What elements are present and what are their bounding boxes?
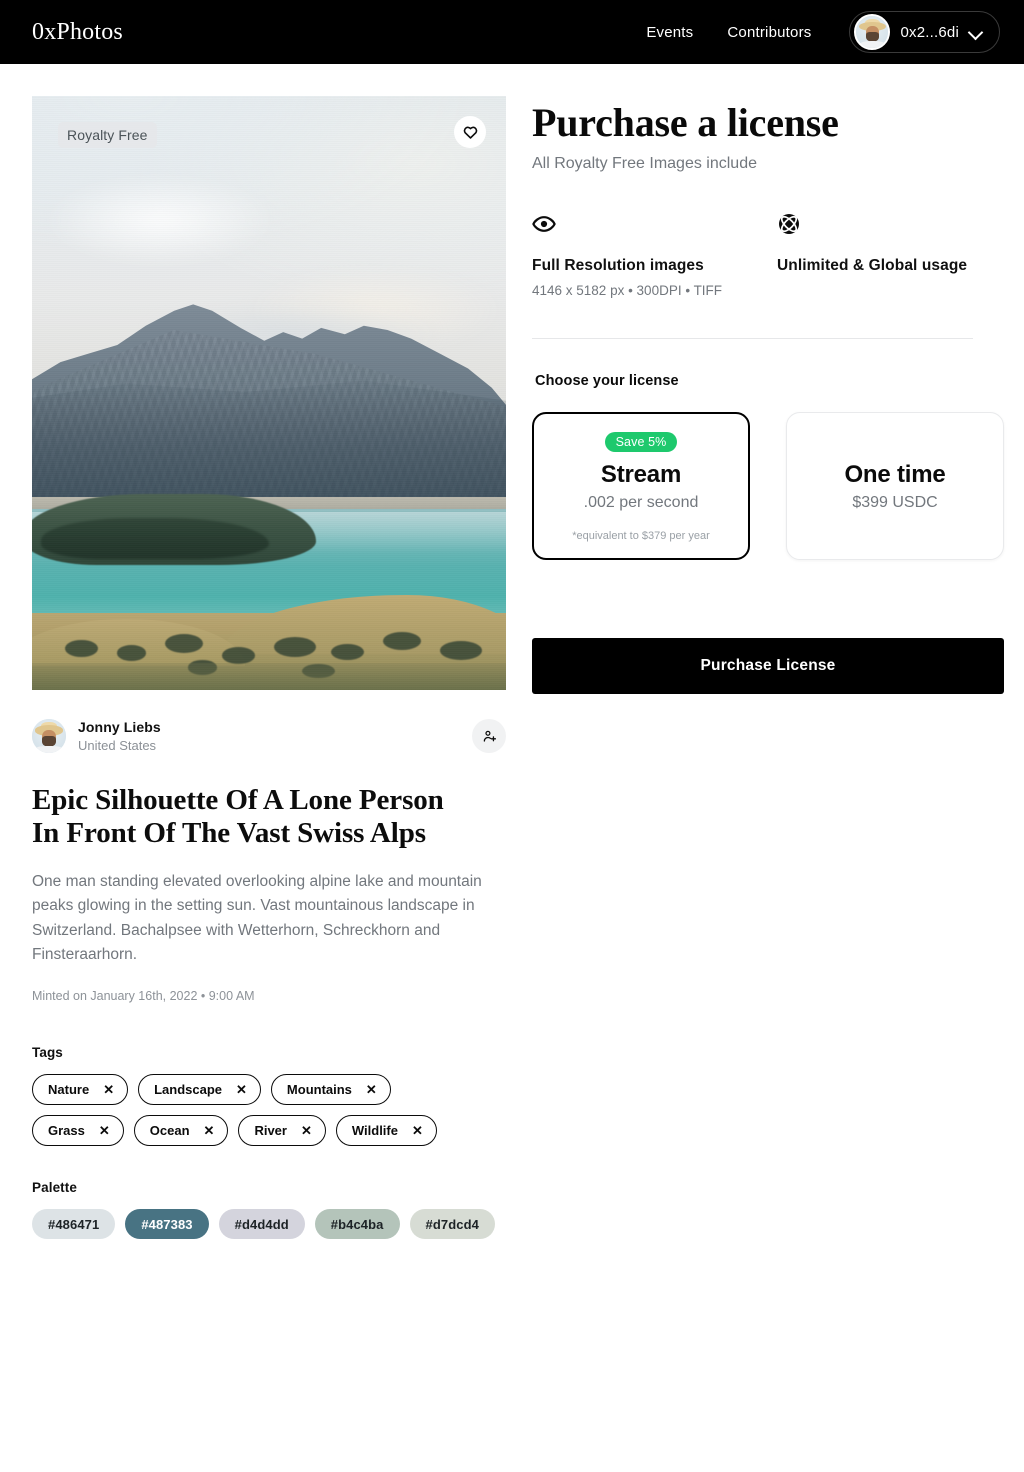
chevron-down-icon (969, 25, 983, 39)
royalty-free-badge: Royalty Free (58, 122, 157, 148)
section-divider (532, 338, 973, 340)
tag-label: Ocean (149, 1123, 190, 1139)
license-price: $399 USDC (852, 493, 938, 511)
avatar[interactable] (32, 719, 66, 754)
tag-chip[interactable]: River ✕ (238, 1115, 326, 1147)
license-option-one-time[interactable]: One time $399 USDC (786, 412, 1004, 561)
palette-swatch[interactable]: #486471 (32, 1209, 116, 1240)
feature-meta: 4146 x 5182 px • 300DPI • TIFF (532, 283, 723, 299)
tag-label: Wildlife (351, 1123, 398, 1139)
nav-item-events[interactable]: Events (646, 24, 693, 41)
favorite-button[interactable] (454, 116, 486, 148)
tag-label: Mountains (286, 1082, 352, 1098)
main-nav: Events Contributors 0x2...6di (646, 11, 1000, 53)
page-title: Epic Silhouette Of A Lone Person In Fron… (32, 784, 444, 850)
close-icon[interactable]: ✕ (236, 1083, 247, 1096)
tag-chip[interactable]: Landscape ✕ (138, 1074, 261, 1106)
author-country: United States (78, 737, 157, 753)
tag-label: Nature (48, 1082, 90, 1098)
photo-details-column: Royalty Free Jonny Liebs United States E… (32, 96, 506, 1240)
heart-icon (463, 126, 477, 139)
wallet-menu-button[interactable]: 0x2...6di (849, 11, 1000, 53)
license-option-stream[interactable]: Save 5% Stream .002 per second *equivale… (532, 412, 750, 561)
palette-swatch[interactable]: #d7dcd4 (409, 1209, 495, 1240)
close-icon[interactable]: ✕ (412, 1124, 423, 1137)
license-note: *equivalent to $379 per year (572, 530, 710, 543)
follow-author-button[interactable] (472, 719, 506, 754)
author-row: Jonny Liebs United States (32, 718, 506, 754)
feature-title: Unlimited & Global usage (777, 257, 968, 275)
purchase-subheading: All Royalty Free Images include (532, 155, 757, 173)
palette-swatch[interactable]: #487383 (125, 1209, 209, 1240)
license-options: Save 5% Stream .002 per second *equivale… (532, 412, 1004, 561)
author-info: Jonny Liebs United States (78, 718, 161, 754)
purchase-license-button[interactable]: Purchase License (532, 638, 1004, 695)
feature-title: Full Resolution images (532, 257, 704, 275)
tags-heading: Tags (32, 1045, 63, 1061)
author-name[interactable]: Jonny Liebs (78, 718, 161, 737)
page-body: Royalty Free Jonny Liebs United States E… (0, 64, 1024, 1240)
tag-chip[interactable]: Wildlife ✕ (335, 1115, 437, 1147)
nav-item-contributors[interactable]: Contributors (727, 24, 811, 41)
top-navigation-bar: 0xPhotos Events Contributors 0x2...6di (0, 0, 1024, 64)
person-add-icon (483, 730, 496, 742)
license-name: One time (844, 460, 946, 488)
user-avatar (854, 14, 891, 50)
tag-list: Nature ✕ Landscape ✕ Mountains ✕ Grass ✕… (32, 1074, 487, 1147)
license-features: Full Resolution images 4146 x 5182 px • … (532, 211, 1004, 298)
tag-chip[interactable]: Mountains ✕ (270, 1074, 391, 1106)
close-icon[interactable]: ✕ (301, 1124, 312, 1137)
close-icon[interactable]: ✕ (204, 1124, 215, 1137)
tag-label: Landscape (154, 1082, 223, 1098)
tag-chip[interactable]: Nature ✕ (32, 1074, 129, 1106)
license-name: Stream (600, 461, 682, 489)
purchase-panel: Purchase a license All Royalty Free Imag… (532, 96, 1004, 695)
palette-heading: Palette (32, 1180, 77, 1196)
feature-full-resolution: Full Resolution images 4146 x 5182 px • … (532, 211, 777, 298)
palette-swatch[interactable]: #b4c4ba (314, 1209, 400, 1240)
tag-chip[interactable]: Ocean ✕ (133, 1115, 229, 1147)
choose-license-heading: Choose your license (535, 373, 679, 390)
landscape-photo (32, 96, 506, 690)
license-price: .002 per second (583, 494, 699, 512)
save-badge: Save 5% (604, 432, 678, 453)
close-icon[interactable]: ✕ (366, 1083, 377, 1096)
tag-label: River (254, 1123, 287, 1139)
palette-list: #486471 #487383 #d4d4dd #b4c4ba #d7dcd4 (32, 1209, 506, 1240)
purchase-heading: Purchase a license (532, 100, 839, 145)
minted-timestamp: Minted on January 16th, 2022 • 9:00 AM (32, 989, 255, 1004)
brand-logo[interactable]: 0xPhotos (32, 19, 123, 46)
wallet-address: 0x2...6di (900, 23, 959, 41)
eye-icon (532, 216, 556, 233)
close-icon[interactable]: ✕ (103, 1083, 114, 1096)
palette-swatch[interactable]: #d4d4dd (218, 1209, 305, 1240)
close-icon[interactable]: ✕ (99, 1124, 110, 1137)
tag-label: Grass (48, 1123, 85, 1139)
photo-preview[interactable]: Royalty Free (32, 96, 506, 690)
photo-description: One man standing elevated overlooking al… (32, 872, 482, 963)
tag-chip[interactable]: Grass ✕ (32, 1115, 124, 1147)
globe-icon (779, 214, 799, 235)
feature-unlimited-global: Unlimited & Global usage (777, 211, 967, 298)
